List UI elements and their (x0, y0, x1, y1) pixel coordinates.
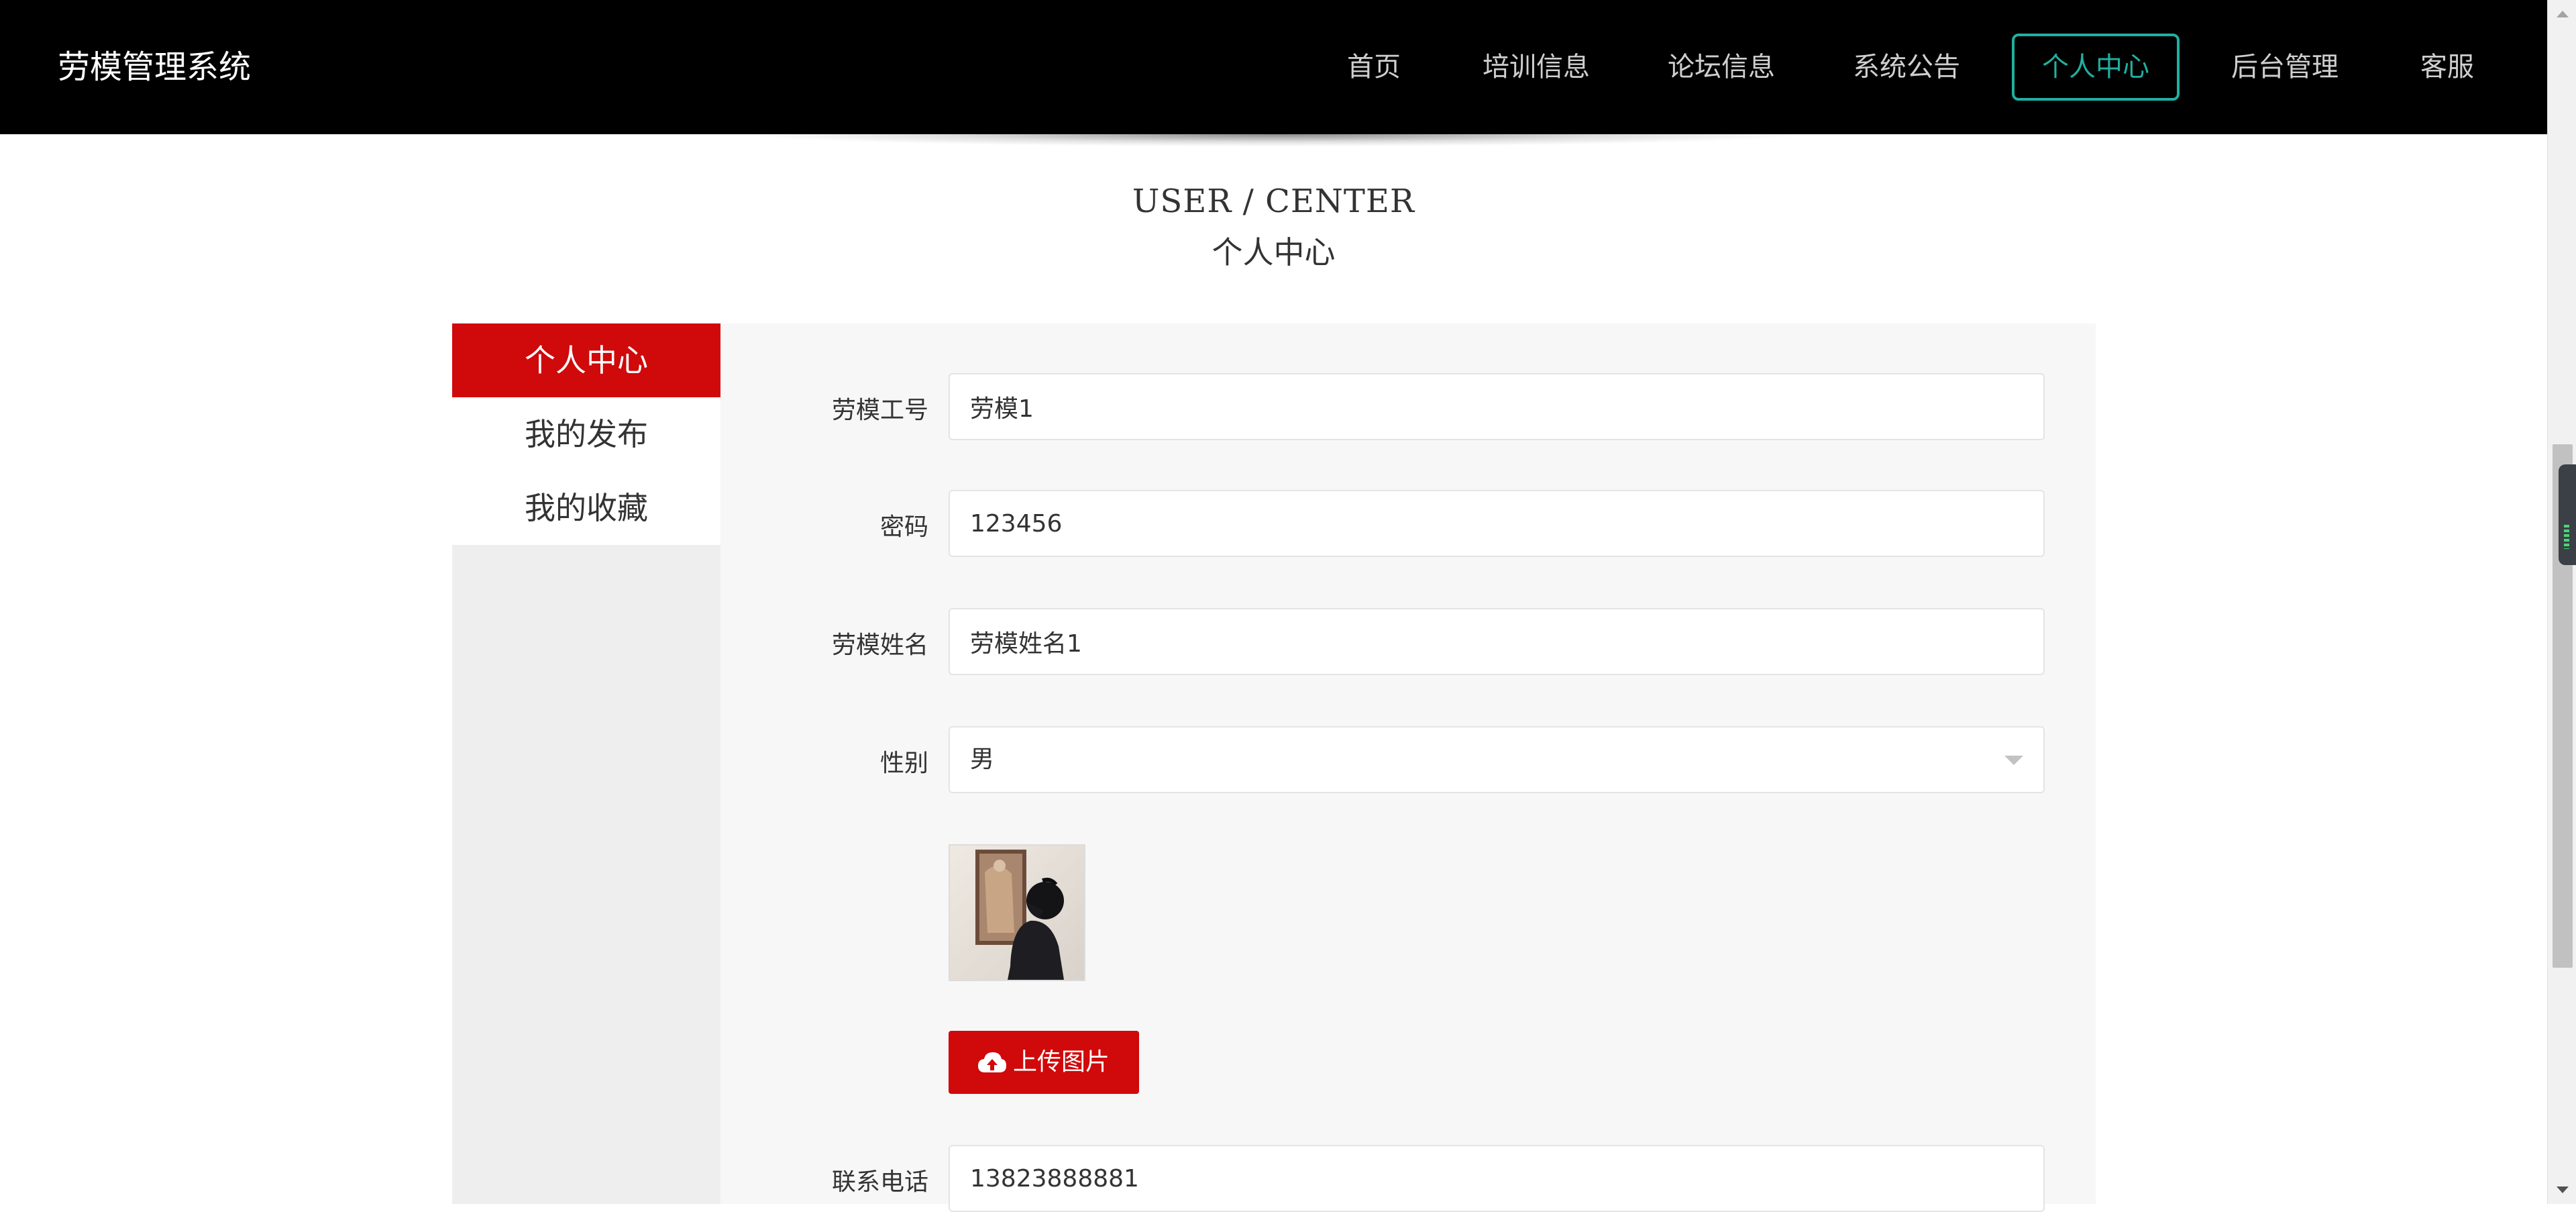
nav-user-center[interactable]: 个人中心 (2012, 34, 2180, 101)
password-field[interactable] (949, 490, 2045, 557)
name-label: 劳模姓名 (831, 632, 928, 659)
site-logo[interactable]: 劳模管理系统 (58, 0, 251, 134)
avatar-photo-icon (950, 846, 1084, 980)
employee-id-field[interactable] (949, 373, 2045, 440)
nav-admin[interactable]: 后台管理 (2222, 34, 2348, 101)
page-title-cn: 个人中心 (1212, 234, 1336, 270)
scroll-down-icon[interactable] (2557, 1186, 2569, 1193)
gender-select-value: 男 (970, 746, 995, 773)
gender-label: 性别 (879, 750, 928, 777)
scroll-up-icon[interactable] (2557, 11, 2569, 17)
nav-training[interactable]: 培训信息 (1473, 34, 1599, 101)
gender-select[interactable]: 男 (949, 726, 2045, 793)
sidebar-item-my-posts[interactable]: 我的发布 (452, 397, 720, 471)
phone-label: 联系电话 (831, 1168, 928, 1196)
navbar-shadow (751, 134, 1798, 146)
sidebar-item-user-center[interactable]: 个人中心 (452, 323, 720, 397)
signal-bars-icon (2564, 525, 2569, 549)
cloud-upload-icon (978, 1052, 1006, 1072)
avatar-image (949, 844, 1085, 981)
upload-image-button[interactable]: 上传图片 (949, 1031, 1139, 1094)
page-title-en: USER / CENTER (1132, 183, 1415, 220)
employee-id-label: 劳模工号 (831, 397, 928, 424)
top-navbar: 劳模管理系统 首页 培训信息 论坛信息 系统公告 个人中心 后台管理 客服 (0, 0, 2547, 134)
phone-field[interactable] (949, 1145, 2045, 1212)
page-scrollbar[interactable] (2547, 0, 2576, 1204)
chevron-down-icon (2004, 756, 2023, 765)
sidebar-item-my-favorites[interactable]: 我的收藏 (452, 471, 720, 545)
nav-announcements[interactable]: 系统公告 (1843, 34, 1970, 101)
upload-image-label: 上传图片 (1013, 1048, 1110, 1076)
name-field[interactable] (949, 608, 2045, 675)
nav-home[interactable]: 首页 (1334, 34, 1414, 101)
floating-side-widget[interactable] (2559, 464, 2576, 565)
nav-forum[interactable]: 论坛信息 (1658, 34, 1784, 101)
password-label: 密码 (879, 513, 928, 541)
nav-customer-service[interactable]: 客服 (2407, 34, 2487, 101)
user-sidebar: 个人中心 我的发布 我的收藏 (452, 323, 720, 1204)
